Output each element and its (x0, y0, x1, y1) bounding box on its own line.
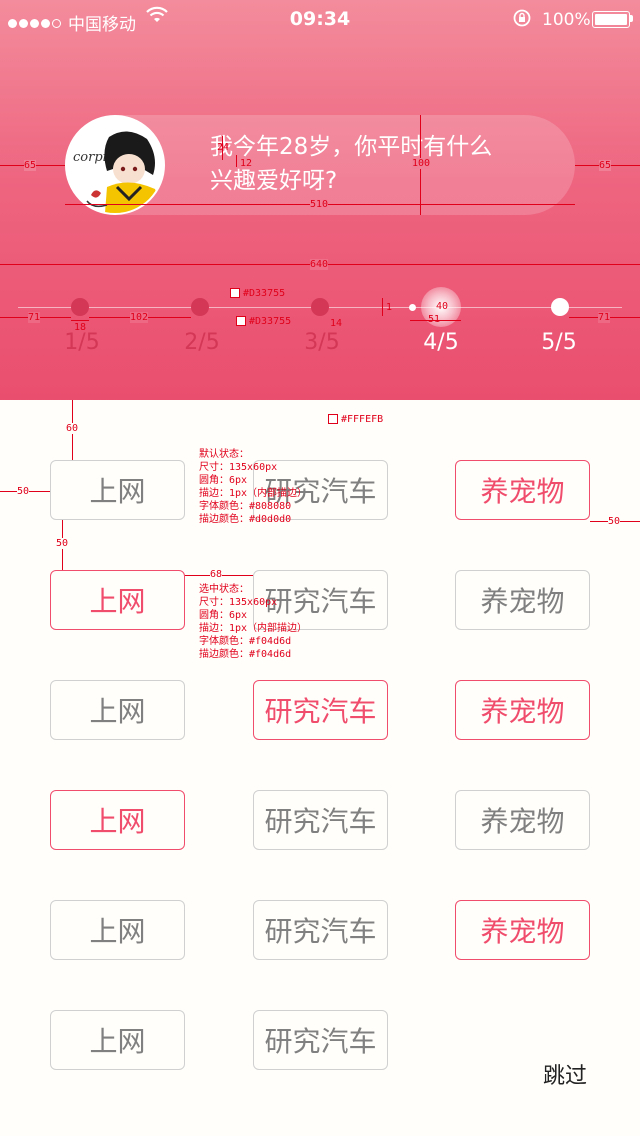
status-bar: 中国移动 09:34 100% (0, 0, 640, 40)
question-line-2: 兴趣爱好呀? (210, 168, 338, 194)
selected-state-note: 选中状态： 尺寸：135x60px 圆角：6px 描边：1px（内部描边） 字体… (199, 584, 308, 660)
interest-tag[interactable]: 上网 (50, 680, 185, 740)
progress-step-dot (551, 298, 569, 316)
progress-step-label: 3/5 (304, 330, 340, 355)
orientation-lock-icon (512, 8, 532, 33)
battery-icon (592, 11, 630, 28)
progress-step-dot (311, 298, 329, 316)
progress-step-dot (71, 298, 89, 316)
progress-step-label: 5/5 (541, 330, 577, 355)
interest-tag[interactable]: 上网 (50, 1010, 185, 1070)
battery-cap (630, 15, 633, 22)
interest-tag-selected[interactable]: 养宠物 (455, 460, 590, 520)
default-state-note: 默认状态： 尺寸：135x60px 圆角：6px 描边：1px（内部描边） 字体… (199, 449, 308, 525)
progress-step-dot (191, 298, 209, 316)
interest-tag-selected[interactable]: 养宠物 (455, 680, 590, 740)
question-text: 我今年28岁，你平时有什么 兴趣爱好呀? (210, 130, 550, 198)
interest-tag[interactable]: 养宠物 (455, 570, 590, 630)
battery-percent: 100% (542, 10, 591, 30)
interest-tag[interactable]: 上网 (50, 460, 185, 520)
interest-tag-selected[interactable]: 养宠物 (455, 900, 590, 960)
progress-sub-dot (409, 304, 416, 311)
avatar-image: corpio (65, 115, 165, 215)
progress-step-label: 2/5 (184, 330, 220, 355)
interest-tag-selected[interactable]: 研究汽车 (253, 680, 388, 740)
skip-button[interactable]: 跳过 (530, 1058, 600, 1090)
progress-step-label: 1/5 (64, 330, 100, 355)
interest-tag-selected[interactable]: 上网 (50, 570, 185, 630)
interest-tag[interactable]: 养宠物 (455, 790, 590, 850)
interest-tag[interactable]: 研究汽车 (253, 790, 388, 850)
interest-tag[interactable]: 研究汽车 (253, 1010, 388, 1070)
interest-tag[interactable]: 研究汽车 (253, 900, 388, 960)
question-line-1: 我今年28岁，你平时有什么 (210, 134, 493, 160)
interest-tag-selected[interactable]: 上网 (50, 790, 185, 850)
interest-tag[interactable]: 上网 (50, 900, 185, 960)
progress-step-label: 4/5 (423, 330, 459, 355)
